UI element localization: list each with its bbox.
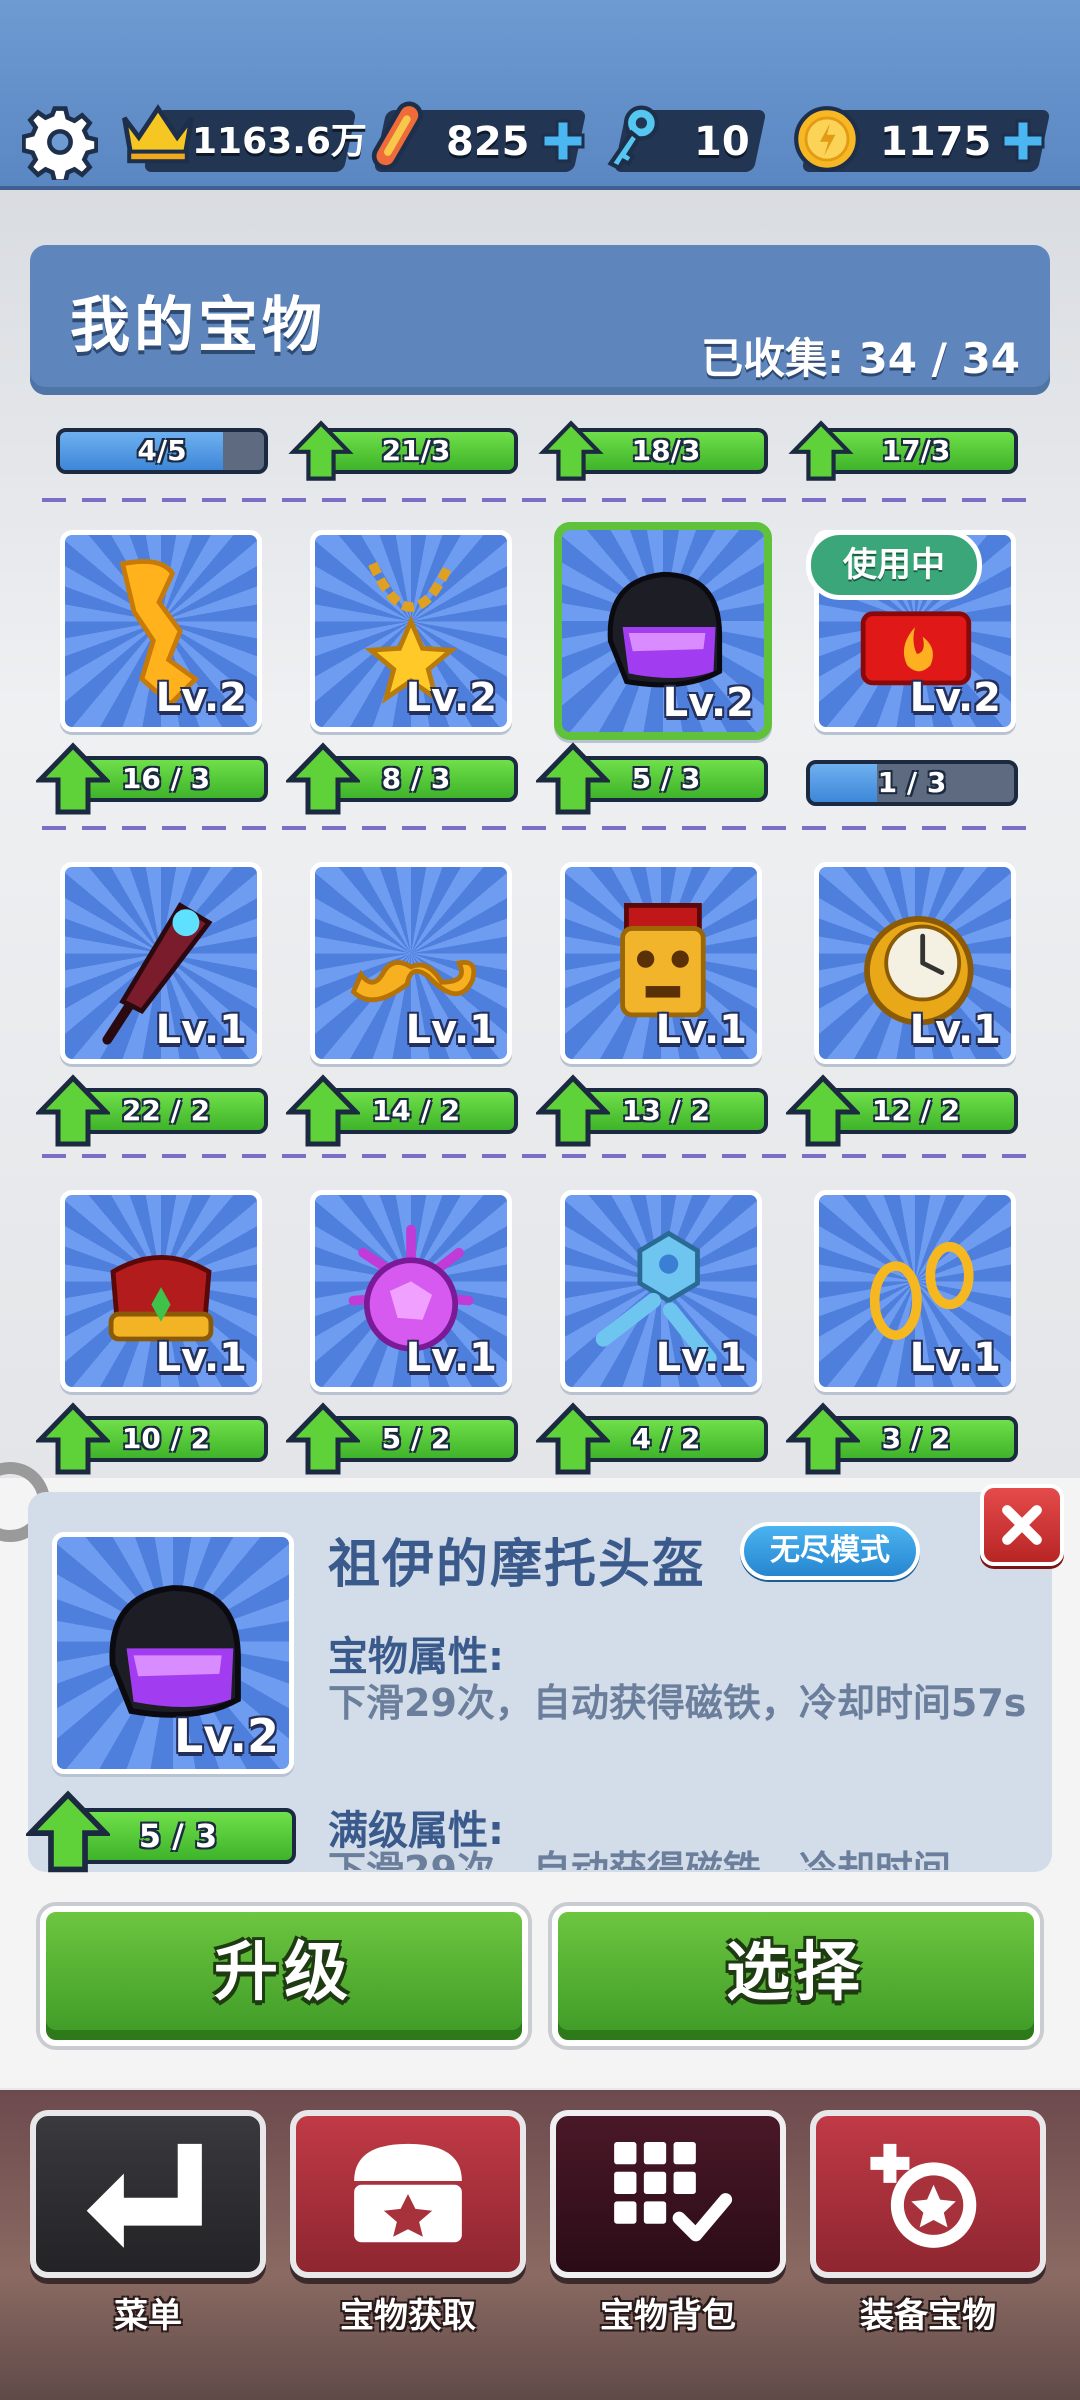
treasure-level: Lv.2: [405, 675, 497, 721]
treasure-level: Lv.1: [155, 1335, 247, 1381]
keys-count: 10: [694, 119, 750, 165]
treasure-level: Lv.1: [909, 1007, 1001, 1053]
treasure-level: Lv.1: [655, 1335, 747, 1381]
upgrade-arrow-icon: [538, 420, 604, 481]
detail-treasure-image: Lv.2: [52, 1532, 294, 1774]
nav-menu-button[interactable]: [30, 2110, 266, 2278]
max-attribute-label: 满级属性:: [328, 1808, 504, 1854]
row-divider: [42, 498, 1042, 502]
treasure-level: Lv.1: [909, 1335, 1001, 1381]
treasure-card-electric-guitar[interactable]: Lv.1: [60, 862, 262, 1064]
detail-level: Lv.2: [173, 1709, 279, 1763]
attribute-text: 下滑29次，自动获得磁铁，冷却时间57s: [328, 1681, 1027, 1725]
max-attribute-text: 下滑29次，自动获得磁铁，冷却时间: [328, 1850, 1028, 1870]
row-divider: [42, 1154, 1042, 1158]
progress-text: 4/5: [137, 434, 187, 467]
bottom-navigation: [0, 2090, 1080, 2400]
upgrade-arrow-icon: [788, 420, 854, 481]
treasure-level: Lv.2: [662, 680, 754, 726]
treasure-level: Lv.1: [405, 1007, 497, 1053]
treasure-card-wind-up-key[interactable]: Lv.1: [560, 1190, 762, 1392]
attribute-label: 宝物属性:: [328, 1634, 504, 1680]
treasure-level: Lv.1: [655, 1007, 747, 1053]
nav-treasure-acquire-label: 宝物获取: [340, 2296, 476, 2336]
upgrade-arrow-icon: [536, 1074, 610, 1147]
collected-count: 已收集: 34 / 34: [701, 334, 1020, 383]
treasure-card-golden-mustache[interactable]: Lv.1: [310, 862, 512, 1064]
upgrade-arrow-icon: [536, 1402, 610, 1475]
equip-treasure-icon: [870, 2143, 977, 2248]
upgrade-arrow-icon: [286, 1074, 360, 1147]
page-title: 我的宝物: [70, 291, 326, 361]
progress-text: 1 / 3: [877, 766, 947, 799]
upgrade-arrow-icon: [786, 1074, 860, 1147]
crown-score-value: 1163.6万: [192, 121, 367, 162]
treasure-progress-bar: 4/5: [56, 428, 268, 474]
treasure-level: Lv.2: [155, 675, 247, 721]
treasure-card-motorcycle-helmet[interactable]: Lv.2: [554, 522, 772, 740]
nav-treasure-acquire-button[interactable]: [290, 2110, 526, 2278]
endless-mode-badge: 无尽模式: [740, 1522, 920, 1580]
collection-header: 我的宝物 已收集: 34 / 34: [30, 245, 1050, 395]
upgrade-arrow-icon: [36, 1402, 110, 1475]
treasure-level: Lv.2: [909, 675, 1001, 721]
top-resource-bar: 1163.6万 825 10 1175: [0, 0, 1080, 190]
nav-treasure-bag-label: 宝物背包: [600, 2296, 736, 2336]
nav-equip-treasure-label: 装备宝物: [860, 2296, 996, 2336]
treasure-card-tiki-mask[interactable]: Lv.1: [560, 862, 762, 1064]
treasure-card-crown[interactable]: Lv.1: [60, 1190, 262, 1392]
upgrade-button[interactable]: 升级: [40, 1906, 528, 2046]
return-arrow-icon: [86, 2143, 202, 2248]
treasure-card-stopwatch[interactable]: Lv.1: [814, 862, 1016, 1064]
detail-title: 祖伊的摩托头盔: [328, 1535, 707, 1595]
upgrade-arrow-icon: [536, 742, 610, 815]
upgrade-arrow-icon: [26, 1790, 110, 1873]
upgrade-arrow-icon: [286, 742, 360, 815]
add-hoverboard-icon[interactable]: [538, 116, 588, 166]
treasure-card-surfboard[interactable]: Lv.2: [60, 530, 262, 732]
key-icon: [607, 105, 659, 171]
crown-icon: [122, 104, 194, 164]
treasure-card-star-necklace[interactable]: Lv.2: [310, 530, 512, 732]
upgrade-arrow-icon: [286, 1402, 360, 1475]
treasure-chest-icon: [354, 2143, 462, 2243]
close-button[interactable]: [980, 1484, 1064, 1566]
nav-menu-label: 菜单: [114, 2296, 182, 2336]
in-use-badge: 使用中: [806, 530, 982, 600]
upgrade-arrow-icon: [288, 420, 354, 481]
treasure-level: Lv.1: [405, 1335, 497, 1381]
grid-check-icon: [614, 2142, 733, 2242]
hoverboard-count: 825: [446, 119, 530, 165]
upgrade-arrow-icon: [786, 1402, 860, 1475]
select-button[interactable]: 选择: [552, 1906, 1040, 2046]
hoverboard-icon: [371, 101, 423, 170]
treasure-level: Lv.1: [155, 1007, 247, 1053]
upgrade-arrow-icon: [36, 742, 110, 815]
coins-count: 1175: [880, 119, 992, 165]
nav-equip-treasure-button[interactable]: [810, 2110, 1046, 2278]
treasure-card-crystal-orb[interactable]: Lv.1: [310, 1190, 512, 1392]
close-icon: [1002, 1505, 1042, 1545]
coin-icon: [794, 106, 860, 172]
row-divider: [42, 826, 1042, 830]
add-coins-icon[interactable]: [998, 116, 1048, 166]
nav-treasure-bag-button[interactable]: [550, 2110, 786, 2278]
treasure-card-gold-rings[interactable]: Lv.1: [814, 1190, 1016, 1392]
upgrade-arrow-icon: [36, 1074, 110, 1147]
treasure-progress-bar: 1 / 3: [806, 760, 1018, 806]
settings-gear-icon[interactable]: [22, 104, 98, 180]
